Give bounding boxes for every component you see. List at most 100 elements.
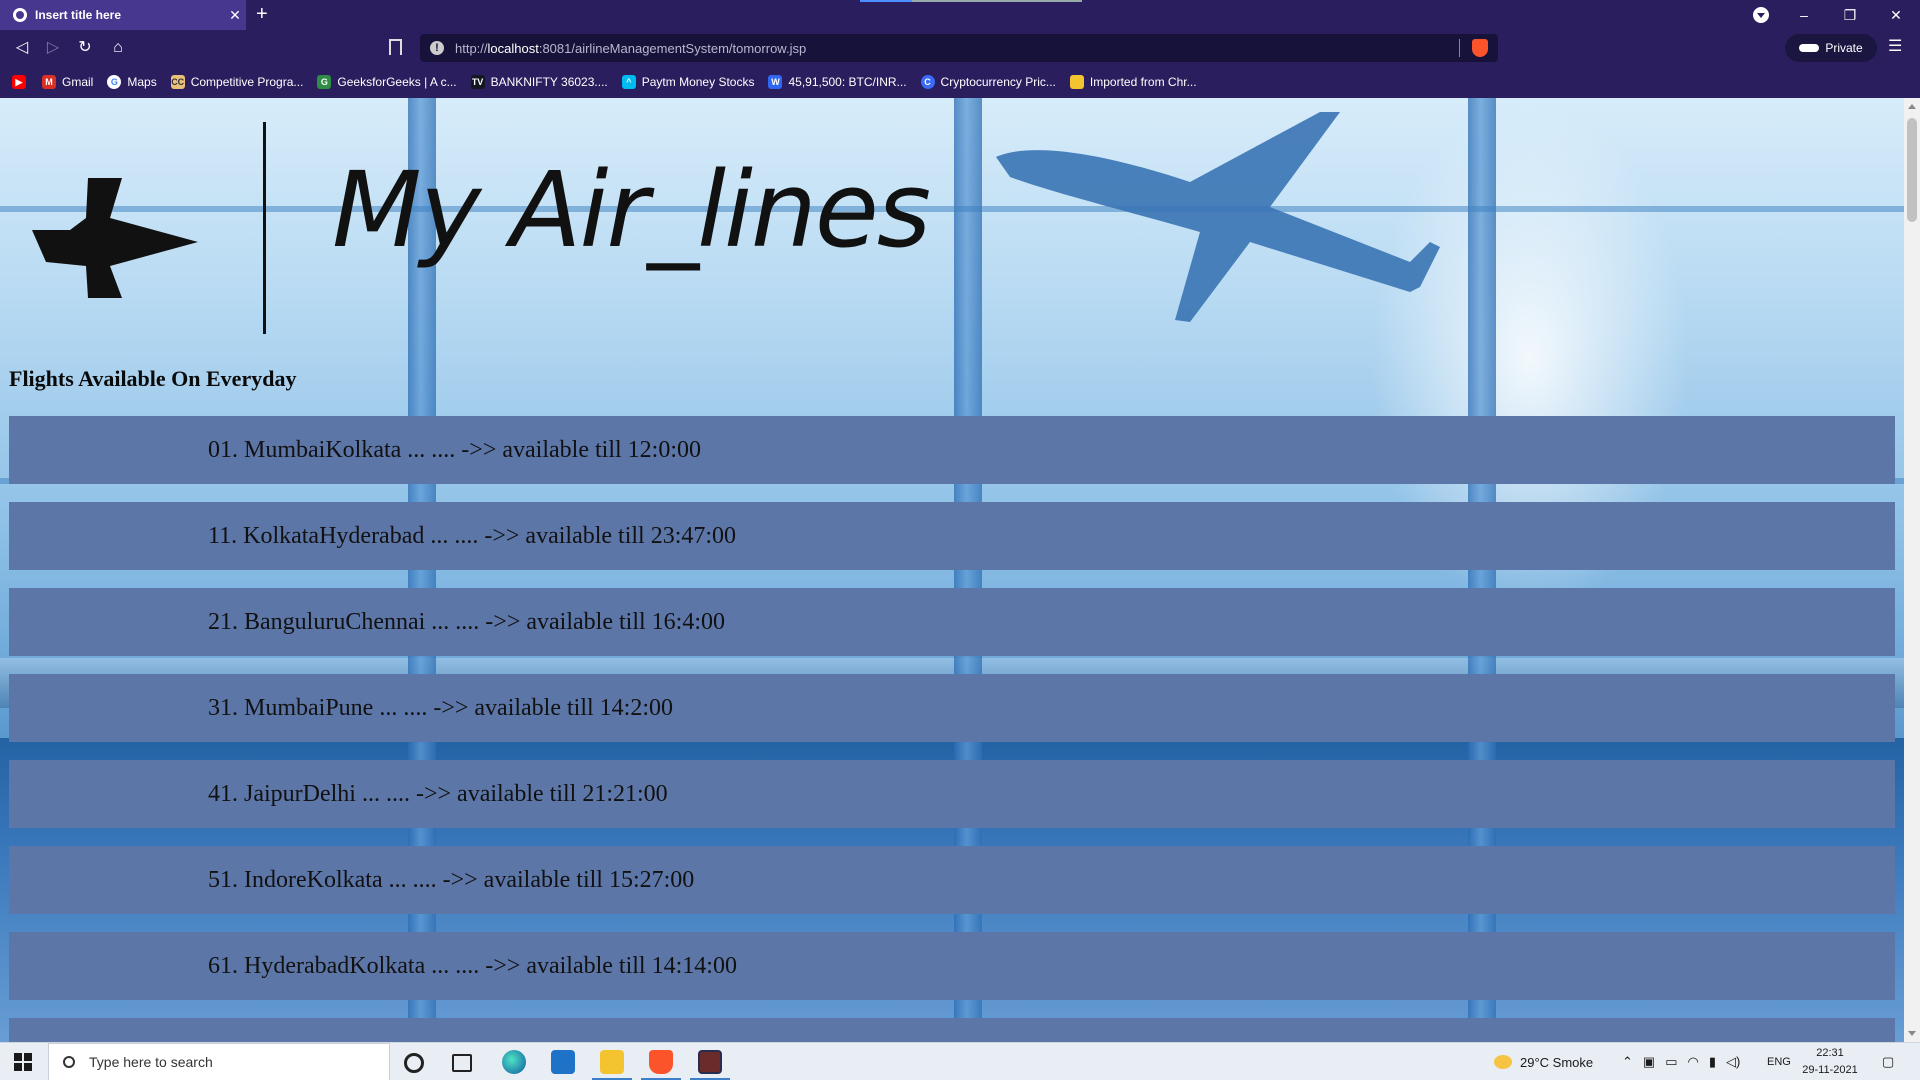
tab-title: Insert title here [35,8,122,22]
clock-time: 22:31 [1816,1047,1844,1059]
edge-icon[interactable] [502,1050,526,1074]
bookmark-maps[interactable]: G Maps [107,75,157,89]
new-tab-button[interactable]: + [256,3,268,25]
weather-widget[interactable]: 29°C Smoke [1494,1043,1593,1080]
minimize-button[interactable]: – [1781,0,1827,30]
system-tray: ⌃ ▣ ▭ ◠ ▮ ◁) [1622,1043,1740,1080]
bookmark-label: 45,91,500: BTC/INR... [788,75,907,89]
chevron-up-icon[interactable]: ⌃ [1622,1054,1633,1070]
section-title: Flights Available On Everyday [9,366,297,391]
language-indicator[interactable]: ENG [1767,1043,1791,1080]
bookmark-label: Cryptocurrency Pric... [940,75,1056,89]
logo-divider [263,122,266,334]
flight-row[interactable]: 61. HyderabadKolkata ... .... ->> availa… [9,932,1895,1000]
reload-icon[interactable]: ↻ [74,37,96,59]
bookmark-paytm-money[interactable]: ^ Paytm Money Stocks [621,75,755,89]
restore-button[interactable]: ❐ [1827,0,1873,30]
bookmarks-bar: ▶ M Gmail G Maps CC Competitive Progra..… [0,66,1920,98]
bookmark-label: Paytm Money Stocks [641,75,755,89]
flight-text: 21. BanguluruChennai ... .... ->> availa… [208,608,725,635]
url-text[interactable]: http://localhost:8081/airlineManagementS… [455,41,1459,56]
window-frame-rail [0,206,1904,212]
bookmark-geeksforgeeks[interactable]: G GeeksforGeeks | A c... [317,75,457,89]
bookmark-competitive-programming[interactable]: CC Competitive Progra... [170,75,304,89]
flight-row[interactable]: 51. IndoreKolkata ... .... ->> available… [9,846,1895,914]
cortana-icon[interactable] [404,1053,424,1073]
bookmark-cryptocurrency[interactable]: C Cryptocurrency Pric... [920,75,1056,89]
taskbar-clock[interactable]: 22:31 29-11-2021 [1795,1045,1865,1079]
flight-row[interactable]: 41. JaipurDelhi ... .... ->> available t… [9,760,1895,828]
weather-text: 29°C Smoke [1520,1054,1594,1070]
task-view-icon[interactable] [452,1054,472,1072]
bookmark-btc-inr[interactable]: W 45,91,500: BTC/INR... [768,75,907,89]
bookmark-banknifty[interactable]: TV BANKNIFTY 36023.... [470,75,608,89]
tab-active[interactable]: Insert title here ✕ [0,0,246,30]
mail-icon[interactable] [551,1050,575,1074]
forward-icon[interactable]: ▷ [42,37,64,59]
page-viewport: My Air_lines Flights Available On Everyd… [0,98,1904,1042]
tab-close-icon[interactable]: ✕ [224,7,246,24]
hamburger-menu-icon[interactable]: ☰ [1888,36,1902,56]
flight-row[interactable]: 31. MumbaiPune ... .... ->> available ti… [9,674,1895,742]
site-info-icon[interactable]: ! [430,41,444,55]
bookmark-page-icon[interactable] [389,39,402,55]
url-path: :8081/airlineManagementSystem/tomorrow.j… [538,40,807,56]
gmail-icon: M [42,75,56,89]
bookmark-youtube[interactable]: ▶ [12,75,32,89]
volume-icon[interactable]: ◁) [1726,1054,1740,1070]
bookmark-label: Imported from Chr... [1089,75,1197,89]
address-bar[interactable]: ! http://localhost:8081/airlineManagemen… [420,34,1498,62]
bookmark-label: Competitive Progra... [190,75,304,89]
flight-row[interactable]: 21. BanguluruChennai ... .... ->> availa… [9,588,1895,656]
folder-icon [1069,75,1084,89]
back-icon[interactable]: ◁ [11,37,33,59]
flight-text: 61. HyderabadKolkata ... .... ->> availa… [208,952,737,979]
scrollbar-thumb[interactable] [1907,118,1917,222]
brave-icon[interactable] [649,1050,673,1074]
bookmark-label: Gmail [62,75,94,89]
flight-text: 51. IndoreKolkata ... .... ->> available… [208,866,695,893]
navigation-bar: ◁ ▷ ↻ ⌂ ! http://localhost:8081/airlineM… [0,30,1920,66]
app-icon[interactable] [698,1050,722,1074]
flight-text: 01. MumbaiKolkata ... .... ->> available… [208,436,701,463]
flight-text: 11. KolkataHyderabad ... .... ->> availa… [208,522,737,549]
notifications-icon[interactable]: ▢ [1882,1043,1894,1080]
page-favicon-icon [13,8,27,22]
battery-icon[interactable]: ▮ [1709,1054,1716,1070]
flight-row[interactable]: 01. MumbaiKolkata ... .... ->> available… [9,416,1895,484]
scroll-down-icon[interactable] [1908,1031,1916,1036]
google-icon: G [107,75,122,89]
tradingview-icon: TV [470,75,485,89]
url-prefix: http:// [455,40,488,56]
windows-taskbar: Type here to search 29°C Smoke ⌃ ▣ ▭ ◠ ▮… [0,1042,1920,1080]
tab-bar: Insert title here ✕ + – ❐ ✕ [0,0,1920,30]
wifi-icon[interactable]: ◠ [1688,1054,1699,1070]
flight-row[interactable]: 11. KolkataHyderabad ... .... ->> availa… [9,502,1895,570]
home-icon[interactable]: ⌂ [107,37,129,59]
bookmark-label: Maps [127,75,157,89]
file-explorer-icon[interactable] [600,1050,624,1074]
taskbar-search-box[interactable]: Type here to search [48,1043,390,1080]
scroll-up-icon[interactable] [1908,104,1916,109]
private-glasses-icon [1799,44,1820,52]
logo-airplane-icon [32,178,198,298]
bookmark-label: BANKNIFTY 36023.... [490,75,608,89]
bookmark-imported-folder[interactable]: Imported from Chr... [1069,75,1197,89]
bookmark-gmail[interactable]: M Gmail [42,75,93,89]
wazirx-icon: W [768,75,783,89]
private-label: Private [1825,41,1863,55]
url-host: localhost [487,40,539,56]
tab-strip-indicator-secondary [912,0,1082,2]
brave-shield-icon[interactable] [1472,39,1488,57]
search-placeholder: Type here to search [89,1054,213,1070]
flight-text: 41. JaipurDelhi ... .... ->> available t… [208,780,668,807]
windows-start-icon[interactable] [14,1053,32,1071]
meet-now-icon[interactable]: ▣ [1643,1054,1655,1070]
window-close-button[interactable]: ✕ [1873,0,1919,30]
display-icon[interactable]: ▭ [1665,1054,1677,1070]
paytm-icon: ^ [621,75,636,89]
flight-row-partial[interactable] [9,1018,1895,1042]
download-icon[interactable] [1753,7,1769,23]
page-scrollbar[interactable] [1904,98,1920,1042]
private-window-badge[interactable]: Private [1785,34,1877,62]
